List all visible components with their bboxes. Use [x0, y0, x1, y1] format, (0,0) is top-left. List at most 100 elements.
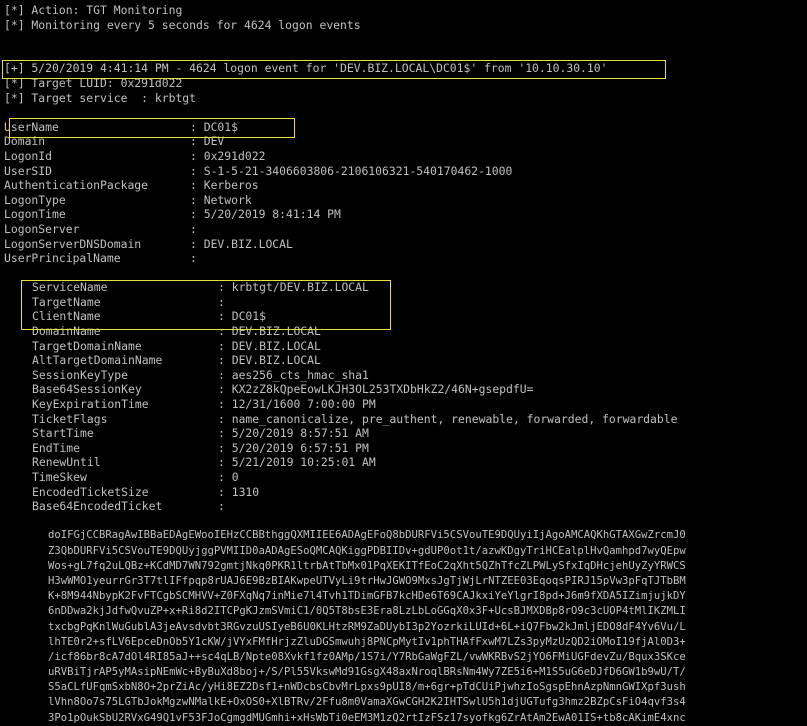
ticket-alttargetdomain: AltTargetDomainName: DEV.BIZ.LOCAL [32, 353, 321, 368]
prop-logonserver: LogonServer: [4, 221, 204, 236]
encoded-ticket-line: S5aCLfUFqmSxbN8O+2prZiAc/yHi8EZ2Dsf1+nWD… [48, 681, 686, 694]
prop-key: UserName [4, 119, 59, 134]
encoded-ticket-line: Wos+gL7fq2uLQBz+KCdMD7WN792gmtjNkq0PKR1l… [48, 559, 686, 572]
ticket-key: KeyExpirationTime [32, 397, 149, 412]
prop-upn: UserPrincipalName: [4, 251, 204, 266]
prop-value: Network [203, 192, 252, 207]
prop-key: Domain [4, 134, 46, 149]
ticket-props: ServiceName: krbtgt/DEV.BIZ.LOCAL Target… [4, 280, 807, 514]
prop-key: LogonTime [4, 207, 66, 222]
ticket-servicename: ServiceName: krbtgt/DEV.BIZ.LOCAL [32, 280, 369, 295]
prop-key: AuthenticationPackage [4, 178, 149, 193]
console-window[interactable]: [*] Action: TGT Monitoring [*] Monitorin… [4, 3, 807, 724]
ticket-value: 5/20/2019 6:57:51 PM [231, 440, 369, 455]
encoded-ticket-line: lVhn8Oo7s75LGTbJokMgzwNMalkE+OxOS0+XlBTR… [48, 696, 686, 709]
ticket-key: DomainName [32, 324, 101, 339]
prop-key: UserSID [4, 163, 53, 178]
ticket-value: 5/20/2019 8:57:51 AM [231, 426, 369, 441]
ticket-key: Base64EncodedTicket [32, 499, 163, 514]
ticket-renewuntil: RenewUntil: 5/21/2019 10:25:01 AM [32, 455, 376, 470]
ticket-key: SessionKeyType [32, 367, 129, 382]
ticket-starttime: StartTime: 5/20/2019 8:57:51 AM [32, 426, 369, 441]
encoded-ticket-line: lhTE0r2+sfLV6EpceDnOb5Y1cKW/jVYxFMfHrjzZ… [48, 635, 686, 648]
ticket-value: DEV.BIZ.LOCAL [231, 353, 321, 368]
ticket-domainname: DomainName: DEV.BIZ.LOCAL [32, 324, 321, 339]
header-line-monitoring: [*] Monitoring every 5 seconds for 4624 … [4, 17, 361, 32]
encoded-ticket-line: 6nDDwa2kjJdfwQvuZP+x+Ri8d2ITCPgKJzmSVmiC… [48, 605, 686, 618]
encoded-ticket-line: Z3QbDURFVi5CSVouTE9DQUyjggPVMIID0aADAgES… [48, 544, 686, 557]
ticket-encodedsize: EncodedTicketSize: 1310 [32, 484, 260, 499]
encoded-ticket-line: uRVBiTjrAP5yMAsipNEmWc+ByBuXd8boj+/S/Pl5… [48, 666, 686, 679]
prop-key: LogonServer [4, 221, 80, 236]
encoded-ticket-line: doIFGjCCBRagAwIBBaEDAgEWooIEHzCCBBthggQX… [48, 529, 686, 542]
ticket-clientname: ClientName: DC01$ [32, 309, 267, 324]
ticket-value: KX2zZ8kQpeEowLKJH3OL253TXDbHkZ2/46N+gsep… [231, 382, 534, 397]
ticket-flags: TicketFlags: name_canonicalize, pre_auth… [32, 411, 678, 426]
prop-value: DC01$ [203, 119, 239, 134]
prop-usersid: UserSID: S-1-5-21-3406603806-2106106321-… [4, 163, 513, 178]
ticket-sessionkeytype: SessionKeyType: aes256_cts_hmac_sha1 [32, 367, 369, 382]
ticket-encodedticket-label: Base64EncodedTicket: [32, 499, 232, 514]
prop-value: 5/20/2019 8:41:14 PM [203, 207, 341, 222]
prop-logontype: LogonType: Network [4, 192, 252, 207]
encoded-ticket-line: K+8M944NbypK2FvFTCgbSCMHVV+Z0FXqNq7inMie… [48, 590, 686, 603]
prop-logonid: LogonId: 0x291d022 [4, 148, 266, 163]
ticket-value: DC01$ [231, 309, 267, 324]
prop-value: DEV [203, 134, 225, 149]
ticket-targetdomain: TargetDomainName: DEV.BIZ.LOCAL [32, 338, 321, 353]
logon-session-props: UserName: DC01$ Domain: DEV LogonId: 0x2… [4, 120, 807, 266]
ticket-value: 12/31/1600 7:00:00 PM [231, 397, 376, 412]
prop-value: Kerberos [203, 178, 259, 193]
prop-authpackage: AuthenticationPackage: Kerberos [4, 178, 259, 193]
ticket-value: krbtgt/DEV.BIZ.LOCAL [231, 280, 369, 295]
event-line-service: [*] Target service : krbtgt [4, 90, 197, 105]
event-line-logon: [+] 5/20/2019 4:41:14 PM - 4624 logon ev… [4, 61, 608, 76]
ticket-key: StartTime [32, 426, 94, 441]
prop-key: UserPrincipalName [4, 251, 121, 266]
ticket-key: TargetDomainName [32, 338, 142, 353]
ticket-key: TicketFlags [32, 411, 108, 426]
prop-logontime: LogonTime: 5/20/2019 8:41:14 PM [4, 207, 341, 222]
prop-key: LogonId [4, 148, 53, 163]
ticket-value: 5/21/2019 10:25:01 AM [231, 455, 376, 470]
ticket-endtime: EndTime: 5/20/2019 6:57:51 PM [32, 440, 369, 455]
ticket-key: EncodedTicketSize [32, 484, 149, 499]
ticket-targetname: TargetName: [32, 294, 232, 309]
prop-value: S-1-5-21-3406603806-2106106321-540170462… [203, 163, 513, 178]
ticket-value: name_canonicalize, pre_authent, renewabl… [231, 411, 678, 426]
prop-username: UserName: DC01$ [4, 119, 239, 134]
prop-logonserver-dns: LogonServerDNSDomain: DEV.BIZ.LOCAL [4, 236, 293, 251]
encoded-ticket-block[interactable]: doIFGjCCBRagAwIBBaEDAgEWooIEHzCCBBthggQX… [4, 528, 807, 725]
prop-value: 0x291d022 [203, 148, 266, 163]
ticket-value: 0 [231, 470, 239, 484]
ticket-value: aes256_cts_hmac_sha1 [231, 367, 369, 382]
ticket-value: DEV.BIZ.LOCAL [231, 338, 321, 353]
encoded-ticket-line: H3wWMO1yeurrGr3T7tlIFfpqp8rUAJ6E9BzBIAKw… [48, 574, 686, 587]
encoded-ticket-line: /icf86br8cA7dOl4RI85aJ++sc4qLB/Npte08Xvk… [48, 650, 686, 663]
ticket-key: TargetName [32, 294, 101, 309]
ticket-value: 1310 [231, 484, 260, 499]
ticket-key: TimeSkew [32, 470, 87, 484]
ticket-sessionkey: Base64SessionKey: KX2zZ8kQpeEowLKJH3OL25… [32, 382, 534, 397]
prop-key: LogonType [4, 192, 66, 207]
event-line-luid: [*] Target LUID: 0x291d022 [4, 75, 183, 90]
prop-key: LogonServerDNSDomain [4, 236, 142, 251]
header-line-action: [*] Action: TGT Monitoring [4, 3, 183, 17]
ticket-timeskew: TimeSkew: 0 [32, 470, 239, 484]
ticket-value: DEV.BIZ.LOCAL [231, 324, 321, 339]
ticket-key: AltTargetDomainName [32, 353, 163, 368]
ticket-key: ClientName [32, 309, 101, 324]
prop-domain: Domain: DEV [4, 134, 225, 149]
ticket-key: RenewUntil [32, 455, 101, 470]
ticket-keyexpiration: KeyExpirationTime: 12/31/1600 7:00:00 PM [32, 397, 376, 412]
ticket-key: EndTime [32, 440, 81, 455]
ticket-key: Base64SessionKey [32, 382, 142, 397]
prop-value: DEV.BIZ.LOCAL [203, 236, 293, 251]
encoded-ticket-line: txcbgPqKnlWuGublA3jeAvsdvbt3RGvzuUSIyeB6… [48, 620, 686, 633]
ticket-key: ServiceName [32, 280, 108, 295]
